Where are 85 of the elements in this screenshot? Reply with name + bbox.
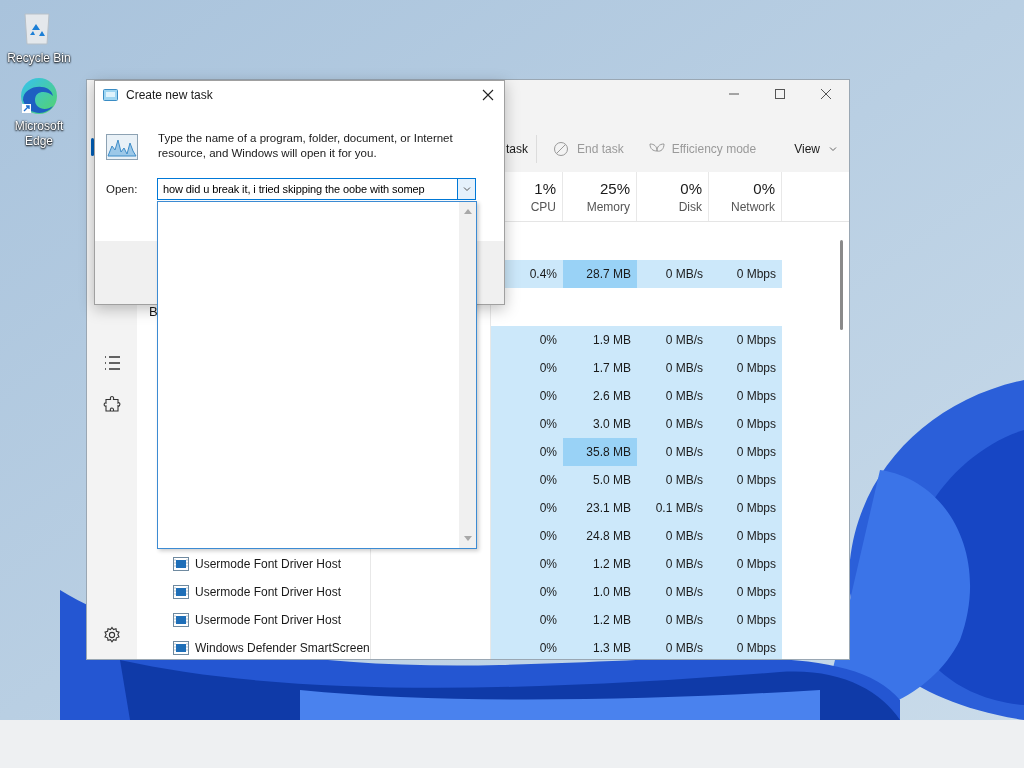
- table-cell: 0%: [491, 326, 563, 354]
- table-cell: 0 MB/s: [637, 260, 709, 288]
- table-cell: 0 MB/s: [637, 382, 709, 410]
- open-label: Open:: [106, 183, 139, 195]
- window-title: Create new task: [126, 88, 214, 102]
- process-name[interactable]: Usermode Font Driver Host: [195, 613, 342, 627]
- table-cell: 0 MB/s: [637, 606, 709, 634]
- scrollbar[interactable]: [459, 202, 476, 548]
- maximize-icon[interactable]: [774, 88, 786, 100]
- table-cell: 0.1 MB/s: [637, 494, 709, 522]
- table-cell: 0%: [491, 550, 563, 578]
- table-cell: 0 MB/s: [637, 354, 709, 382]
- command-combo-box[interactable]: how did u break it, i tried skipping the oobe with somep: [157, 178, 476, 200]
- settings-icon[interactable]: [103, 626, 121, 644]
- table-cell: 0 MB/s: [637, 578, 709, 606]
- prohibit-icon: [553, 140, 571, 157]
- dropdown-button[interactable]: [457, 179, 475, 199]
- app-window-icon: [173, 641, 189, 655]
- scroll-up-icon[interactable]: [463, 208, 472, 214]
- table-cell: 1.9 MB: [563, 326, 637, 354]
- table-cell: 0 Mbps: [709, 634, 782, 659]
- toolbar-button[interactable]: View: [786, 135, 845, 162]
- scroll-down-icon[interactable]: [463, 536, 472, 542]
- process-name[interactable]: Usermode Font Driver Host: [195, 557, 342, 571]
- window-icon: [103, 89, 118, 101]
- table-cell: 0%: [491, 438, 563, 466]
- column-header[interactable]: 0% Disk: [637, 172, 709, 221]
- table-cell: 0%: [491, 606, 563, 634]
- table-cell: 35.8 MB: [563, 438, 637, 466]
- table-cell: 0 Mbps: [709, 354, 782, 382]
- table-cell: 0 Mbps: [709, 606, 782, 634]
- table-cell: 24.8 MB: [563, 522, 637, 550]
- table-cell: 0%: [491, 522, 563, 550]
- close-icon[interactable]: [482, 89, 494, 101]
- table-cell: 5.0 MB: [563, 466, 637, 494]
- table-cell: 0 MB/s: [637, 410, 709, 438]
- table-cell: 0 Mbps: [709, 494, 782, 522]
- column-header[interactable]: 25% Memory: [563, 172, 637, 221]
- chevron-down-icon: [829, 145, 837, 152]
- group-header[interactable]: B: [149, 304, 158, 319]
- table-cell: 0 Mbps: [709, 550, 782, 578]
- table-cell: 0%: [491, 354, 563, 382]
- instruction-text: Type the name of a program, folder, document, or Internet resource, and Windows will open it for you.: [158, 131, 454, 161]
- table-cell: 23.1 MB: [563, 494, 637, 522]
- table-cell: 3.0 MB: [563, 410, 637, 438]
- list-icon[interactable]: [103, 354, 121, 372]
- scrollbar-thumb[interactable]: [840, 240, 843, 330]
- table-cell: 0 MB/s: [637, 466, 709, 494]
- table-cell: 28.7 MB: [563, 260, 637, 288]
- close-icon[interactable]: [820, 88, 832, 100]
- table-cell: 0 Mbps: [709, 260, 782, 288]
- table-cell: 0%: [491, 466, 563, 494]
- process-name[interactable]: Windows Defender SmartScreen: [195, 641, 370, 655]
- app-window-icon: [173, 613, 189, 627]
- column-header[interactable]: 0% Network: [709, 172, 782, 221]
- table-cell: 0 Mbps: [709, 326, 782, 354]
- table-cell: 0%: [491, 578, 563, 606]
- table-cell: 0 Mbps: [709, 578, 782, 606]
- table-cell: 1.0 MB: [563, 578, 637, 606]
- table-cell: 0 Mbps: [709, 410, 782, 438]
- process-name[interactable]: Usermode Font Driver Host: [195, 585, 342, 599]
- table-cell: 0 Mbps: [709, 438, 782, 466]
- chevron-down-icon: [462, 186, 471, 192]
- swirl-icon[interactable]: [19, 76, 59, 116]
- table-cell: 1.2 MB: [563, 550, 637, 578]
- table-cell: 0 Mbps: [709, 382, 782, 410]
- table-cell: 0%: [491, 494, 563, 522]
- table-cell: 1.3 MB: [563, 634, 637, 659]
- table-cell: 0 Mbps: [709, 466, 782, 494]
- table-cell: 0 MB/s: [637, 634, 709, 659]
- table-cell: 1.2 MB: [563, 606, 637, 634]
- app-window-icon: [173, 585, 189, 599]
- table-cell: 1.7 MB: [563, 354, 637, 382]
- table-cell: 0 MB/s: [637, 522, 709, 550]
- app-window-icon: [173, 557, 189, 571]
- table-cell: 0 MB/s: [637, 438, 709, 466]
- table-cell: 0%: [491, 410, 563, 438]
- table-cell: 0 MB/s: [637, 326, 709, 354]
- table-cell: 0 MB/s: [637, 550, 709, 578]
- puzzle-icon[interactable]: [103, 395, 121, 413]
- chart-icon: [106, 134, 138, 160]
- table-cell: 0 Mbps: [709, 522, 782, 550]
- table-cell: 0%: [491, 382, 563, 410]
- table-cell: 2.6 MB: [563, 382, 637, 410]
- table-cell: 0%: [491, 634, 563, 659]
